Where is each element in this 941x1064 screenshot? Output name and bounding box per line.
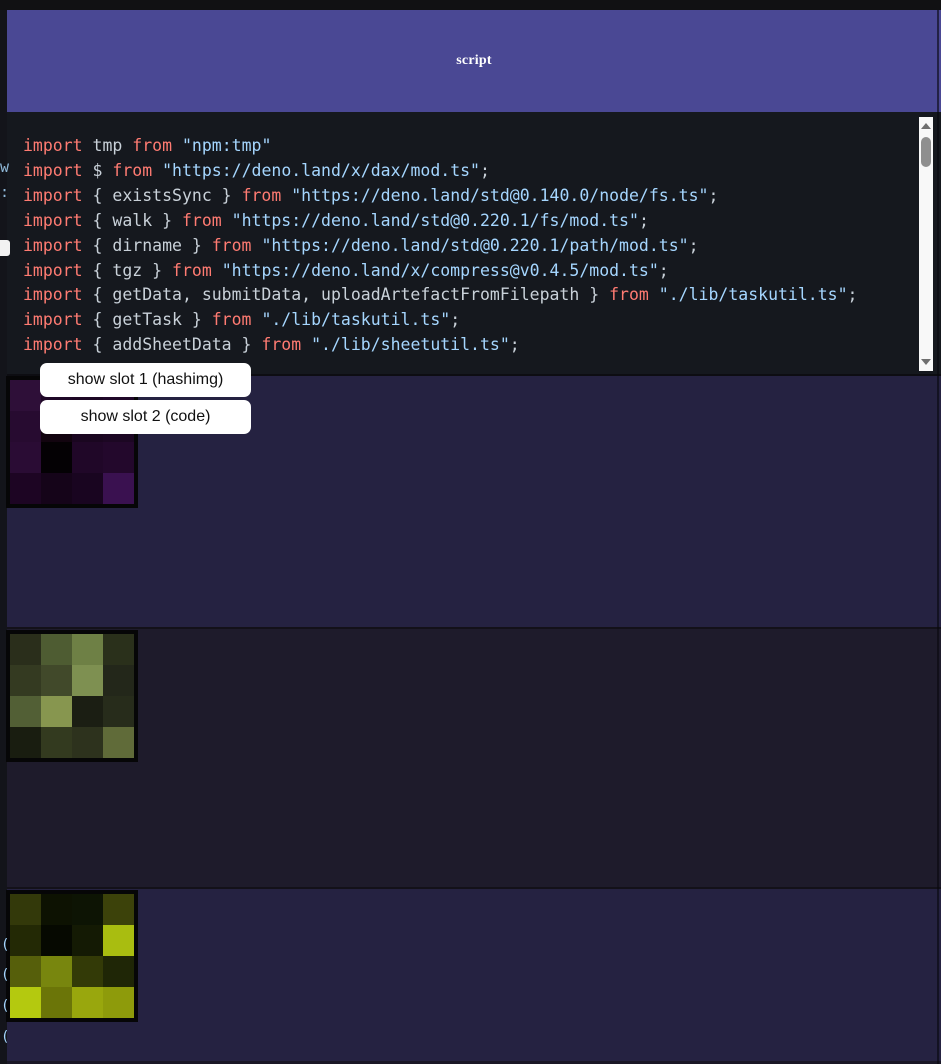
heatmap-cell	[41, 696, 72, 727]
heatmap-cell	[10, 665, 41, 696]
heatmap-cell	[72, 634, 103, 665]
heatmap-cell	[103, 956, 134, 987]
left-edge-button-fragment	[0, 240, 10, 256]
heatmap-cell	[103, 727, 134, 758]
heatmap-cell	[72, 442, 103, 473]
heatmap-cell	[41, 894, 72, 925]
page-right-edge	[937, 10, 939, 1064]
arrow-up-icon	[921, 123, 931, 129]
left-edge-text-fragment: (	[1, 967, 9, 983]
heatmap-cell	[41, 956, 72, 987]
heatmap-cell	[72, 894, 103, 925]
code-line: import $ from "https://deno.land/x/dax/m…	[23, 159, 857, 184]
arrow-down-icon	[921, 359, 931, 365]
heatmap-cell	[103, 894, 134, 925]
heatmap-cell	[10, 696, 41, 727]
heatmap-cell	[103, 987, 134, 1018]
page-title: script	[456, 53, 491, 69]
code-line: import { getData, submitData, uploadArte…	[23, 283, 857, 308]
heatmap-cell	[10, 380, 41, 411]
code-line: import { dirname } from "https://deno.la…	[23, 234, 857, 259]
heatmap-cell	[72, 473, 103, 504]
left-edge-text-fragment: (	[1, 937, 9, 953]
code-line: import { existsSync } from "https://deno…	[23, 184, 857, 209]
heatmap-cell	[72, 665, 103, 696]
heatmap-cell	[41, 987, 72, 1018]
heatmap-cell	[103, 665, 134, 696]
heatmap-cell	[72, 925, 103, 956]
left-edge-text-fragment: (	[1, 998, 9, 1014]
heatmap-cell	[10, 925, 41, 956]
hashimg-preview-2	[6, 630, 138, 762]
left-edge-text-fragment: :	[0, 183, 9, 201]
heatmap-cell	[103, 925, 134, 956]
code-lines: import tmp from "npm:tmp"import $ from "…	[23, 134, 857, 358]
left-edge-text-fragment: (	[1, 1029, 9, 1045]
heatmap-cell	[41, 925, 72, 956]
scroll-down-button[interactable]	[919, 355, 933, 369]
page-top-edge	[0, 0, 941, 10]
slot-section-3	[7, 889, 941, 1064]
code-line: import { getTask } from "./lib/taskutil.…	[23, 308, 857, 333]
show-slot-2-button[interactable]: show slot 2 (code)	[40, 400, 251, 434]
heatmap-cell	[103, 473, 134, 504]
scrollbar-thumb[interactable]	[921, 137, 931, 167]
code-scrollbar[interactable]	[919, 117, 933, 371]
heatmap-cell	[72, 987, 103, 1018]
script-section-header: script	[7, 10, 941, 112]
code-line: import { tgz } from "https://deno.land/x…	[23, 259, 857, 284]
heatmap-cell	[10, 727, 41, 758]
show-slot-1-button[interactable]: show slot 1 (hashimg)	[40, 363, 251, 397]
code-line: import { walk } from "https://deno.land/…	[23, 209, 857, 234]
heatmap-cell	[10, 894, 41, 925]
heatmap-cell	[41, 442, 72, 473]
heatmap-cell	[10, 411, 41, 442]
heatmap-cell	[41, 665, 72, 696]
heatmap-cell	[103, 634, 134, 665]
heatmap-cell	[10, 442, 41, 473]
heatmap-cell	[10, 987, 41, 1018]
heatmap-cell	[72, 956, 103, 987]
heatmap-cell	[41, 727, 72, 758]
heatmap-cell	[10, 634, 41, 665]
page: script import tmp from "npm:tmp"import $…	[0, 0, 941, 1064]
code-viewer: import tmp from "npm:tmp"import $ from "…	[7, 112, 941, 376]
heatmap-cell	[103, 442, 134, 473]
left-edge-text-fragment: w	[0, 158, 9, 176]
heatmap-cell	[72, 727, 103, 758]
heatmap-cell	[41, 473, 72, 504]
heatmap-cell	[72, 696, 103, 727]
heatmap-cell	[10, 956, 41, 987]
heatmap-cell	[10, 473, 41, 504]
scroll-up-button[interactable]	[919, 119, 933, 133]
code-line: import { addSheetData } from "./lib/shee…	[23, 333, 857, 358]
hashimg-preview-3	[6, 890, 138, 1022]
code-line: import tmp from "npm:tmp"	[23, 134, 857, 159]
heatmap-cell	[41, 634, 72, 665]
heatmap-cell	[103, 696, 134, 727]
slot-section-2	[7, 629, 941, 887]
